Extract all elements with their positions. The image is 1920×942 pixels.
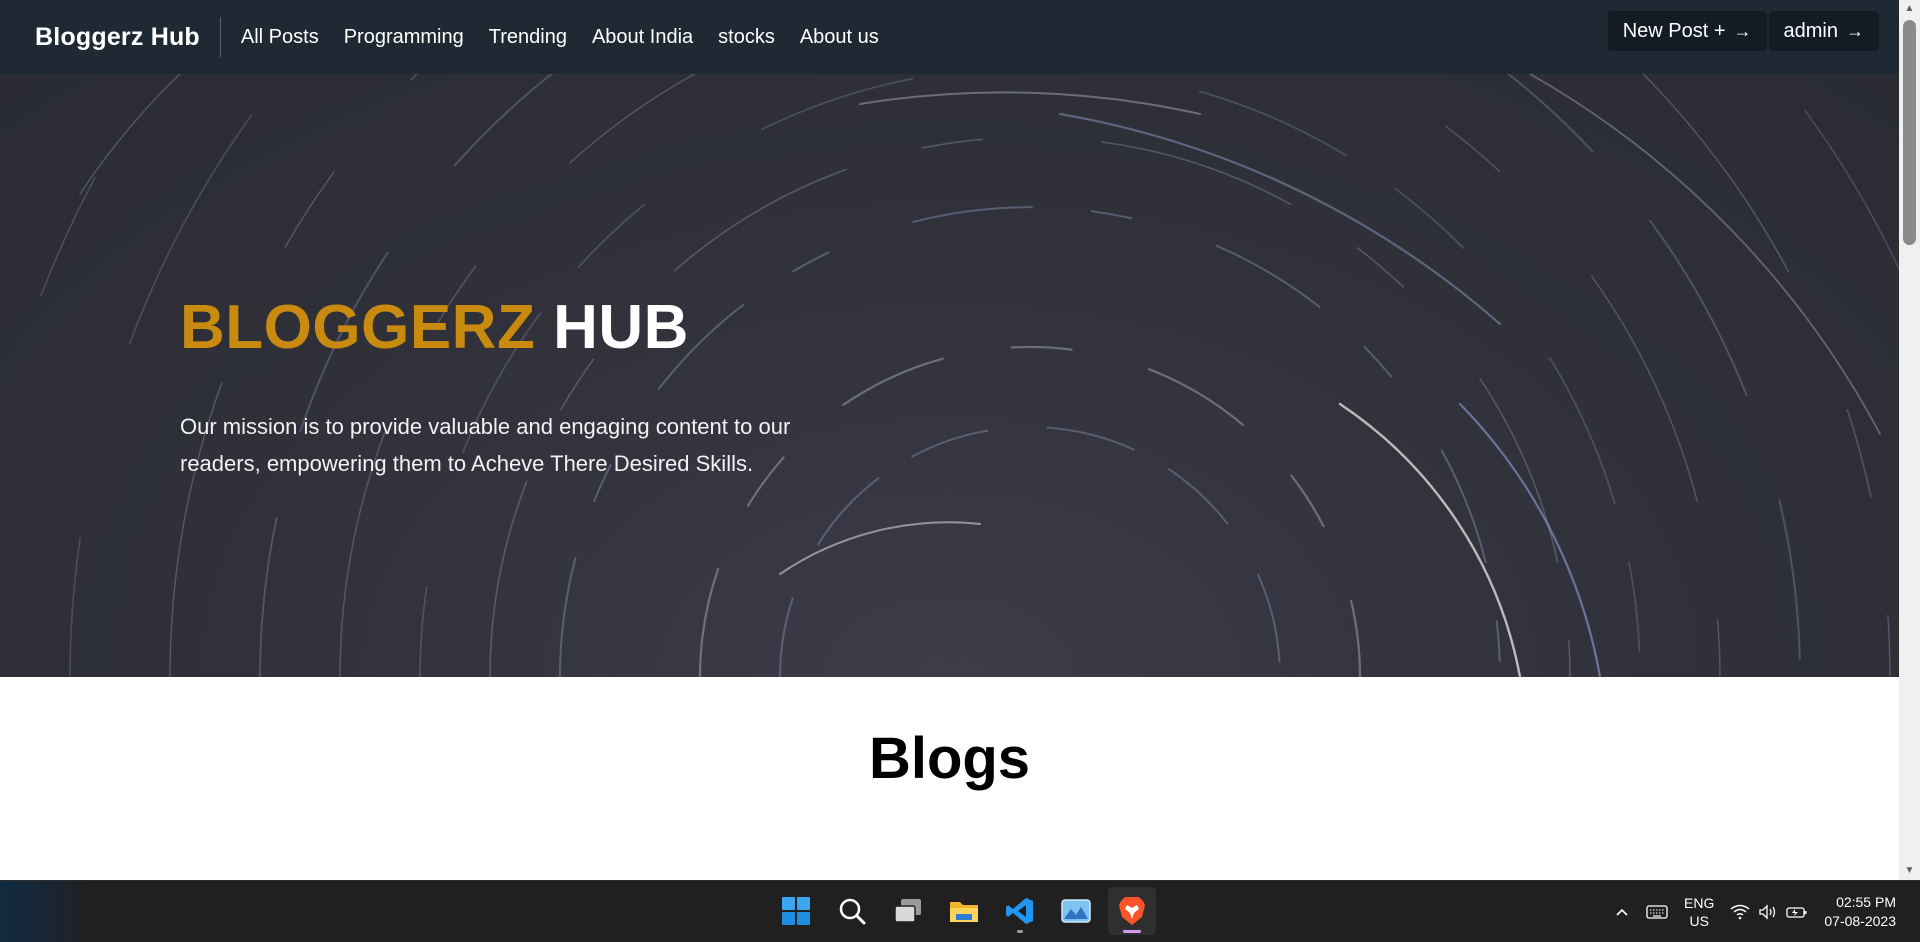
nav-links: All Posts Programming Trending About Ind… bbox=[241, 26, 904, 49]
admin-label: admin bbox=[1783, 19, 1838, 42]
nav-link-programming[interactable]: Programming bbox=[344, 26, 464, 49]
system-tray: ENG US 02:55 PM 07-08-2023 bbox=[1614, 881, 1920, 942]
nav-link-trending[interactable]: Trending bbox=[489, 26, 567, 49]
wifi-icon[interactable] bbox=[1730, 904, 1750, 920]
brand-logo[interactable]: Bloggerz Hub bbox=[35, 23, 200, 52]
clock-time: 02:55 PM bbox=[1836, 893, 1896, 910]
brave-browser-icon[interactable] bbox=[1108, 887, 1156, 935]
file-explorer-icon[interactable] bbox=[940, 887, 988, 935]
arrow-right-icon: → bbox=[1846, 20, 1864, 41]
browser-viewport: Bloggerz Hub All Posts Programming Trend… bbox=[0, 0, 1899, 880]
nav-link-about-india[interactable]: About India bbox=[592, 26, 693, 49]
nav-divider bbox=[219, 17, 221, 57]
nav-link-about-us[interactable]: About us bbox=[800, 26, 879, 49]
battery-icon[interactable] bbox=[1786, 904, 1808, 920]
new-post-button[interactable]: New Post + → bbox=[1607, 11, 1767, 51]
vscode-icon[interactable] bbox=[996, 887, 1044, 935]
scrollbar-thumb[interactable] bbox=[1903, 20, 1916, 245]
widgets-area[interactable] bbox=[0, 881, 90, 942]
new-post-label: New Post + bbox=[1622, 19, 1726, 42]
running-indicator bbox=[1017, 930, 1023, 933]
blogs-heading: Blogs bbox=[868, 726, 1031, 791]
nav-actions: New Post + → admin → bbox=[1607, 11, 1879, 51]
windows-taskbar: ENG US 02:55 PM 07-08-2023 bbox=[0, 880, 1920, 942]
active-indicator bbox=[1123, 930, 1141, 933]
volume-icon[interactable] bbox=[1758, 903, 1778, 920]
scroll-down-icon[interactable]: ▼ bbox=[1899, 862, 1920, 880]
hero-title: BLOGGERZ HUB bbox=[180, 292, 689, 363]
page-scrollbar[interactable]: ▲ ▼ bbox=[1899, 0, 1920, 880]
language-indicator[interactable]: ENG US bbox=[1684, 894, 1714, 930]
navbar: Bloggerz Hub All Posts Programming Trend… bbox=[0, 0, 1899, 74]
hero-title-main: HUB bbox=[553, 293, 689, 362]
task-view-icon[interactable] bbox=[884, 887, 932, 935]
language-code: ENG bbox=[1684, 894, 1715, 911]
admin-button[interactable]: admin → bbox=[1768, 11, 1879, 51]
chevron-up-icon[interactable] bbox=[1614, 904, 1630, 920]
arrow-right-icon: → bbox=[1733, 20, 1752, 41]
photos-icon[interactable] bbox=[1052, 887, 1100, 935]
keyboard-icon[interactable] bbox=[1646, 904, 1668, 920]
nav-link-all-posts[interactable]: All Posts bbox=[241, 26, 319, 49]
star-trails-background bbox=[0, 74, 1899, 677]
region-code: US bbox=[1689, 912, 1709, 929]
hero-banner: BLOGGERZ HUB Our mission is to provide v… bbox=[0, 74, 1899, 677]
clock-date: 07-08-2023 bbox=[1824, 912, 1896, 929]
search-icon[interactable] bbox=[828, 887, 876, 935]
windows-start-icon[interactable] bbox=[772, 887, 820, 935]
taskbar-apps bbox=[772, 887, 1156, 935]
nav-link-stocks[interactable]: stocks bbox=[718, 26, 775, 49]
hero-title-accent: BLOGGERZ bbox=[180, 293, 536, 362]
clock[interactable]: 02:55 PM 07-08-2023 bbox=[1824, 893, 1896, 931]
scroll-up-icon[interactable]: ▲ bbox=[1899, 0, 1920, 18]
hero-description: Our mission is to provide valuable and e… bbox=[180, 414, 791, 476]
